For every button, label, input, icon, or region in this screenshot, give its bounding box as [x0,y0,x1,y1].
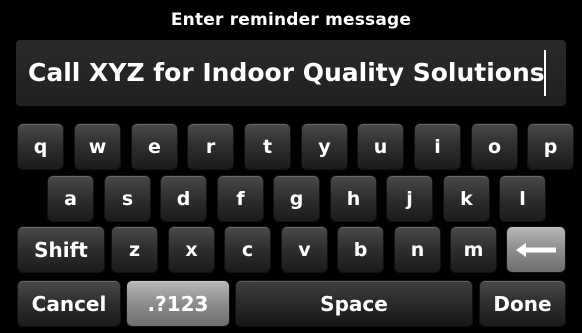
text-cursor [544,50,546,96]
page-title: Enter reminder message [170,10,412,30]
key-t[interactable]: t [244,123,291,170]
key-l[interactable]: l [499,175,546,222]
key-i[interactable]: i [414,123,461,170]
key-k[interactable]: k [443,175,490,222]
key-r[interactable]: r [187,123,234,170]
key-p[interactable]: p [527,123,574,170]
symbols-key[interactable]: .?123 [126,280,230,327]
key-q[interactable]: q [17,123,64,170]
cancel-button[interactable]: Cancel [17,280,121,327]
key-g[interactable]: g [273,175,320,222]
done-button[interactable]: Done [479,280,566,327]
key-e[interactable]: e [131,123,178,170]
key-j[interactable]: j [386,175,433,222]
key-b[interactable]: b [337,226,384,273]
key-d[interactable]: d [160,175,207,222]
key-f[interactable]: f [217,175,264,222]
key-h[interactable]: h [330,175,377,222]
key-y[interactable]: y [301,123,348,170]
key-v[interactable]: v [281,226,328,273]
message-text: Call XYZ for Indoor Quality Solutions [28,58,545,87]
key-o[interactable]: o [471,123,518,170]
key-x[interactable]: x [168,226,215,273]
key-w[interactable]: w [74,123,121,170]
key-a[interactable]: a [47,175,94,222]
space-key[interactable]: Space [235,280,473,327]
key-n[interactable]: n [394,226,441,273]
shift-key[interactable]: Shift [17,226,105,273]
key-s[interactable]: s [104,175,151,222]
reminder-keyboard-screen: Enter reminder message Call XYZ for Indo… [0,0,582,333]
key-u[interactable]: u [357,123,404,170]
key-m[interactable]: m [450,226,497,273]
backspace-key[interactable] [506,226,566,273]
key-z[interactable]: z [111,226,158,273]
message-input[interactable]: Call XYZ for Indoor Quality Solutions [16,40,566,106]
key-c[interactable]: c [224,226,271,273]
left-arrow-icon [516,242,556,257]
